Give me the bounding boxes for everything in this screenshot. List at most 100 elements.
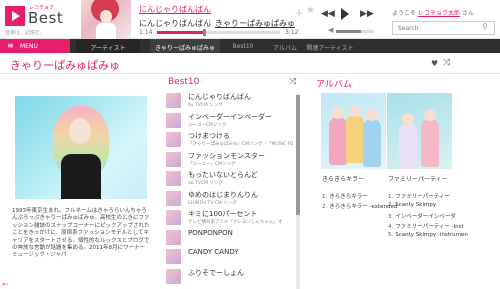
shuffle-icon[interactable]: ⤨: [443, 58, 450, 68]
album-track-title: きらきらキラー: [329, 194, 368, 200]
track-row[interactable]: キミに100パーセント テレビ朝日系アニメ「クレヨンしんちゃん」オ: [166, 208, 293, 228]
track-meta: 「ジーユー」CMソング: [188, 161, 236, 167]
header: レコチョク Best 音楽は、記憶だ。 にんじゃりばんばん にんじゃりばんばん …: [0, 0, 500, 39]
add-icon[interactable]: ＋: [294, 5, 304, 20]
track-row[interactable]: ファッションモンスター 「ジーユー」CMソング: [166, 150, 293, 170]
track-list-scrollbar[interactable]: [296, 93, 300, 289]
album-name[interactable]: きらきらキラー: [322, 174, 364, 183]
track-meta: CHINTAI TV-CM ソング: [188, 200, 237, 206]
album-track-title: Scanty Skimpy -instrumen: [395, 232, 468, 238]
album-track-title: インベーダーインベーダ: [395, 214, 456, 220]
welcome-label: ようこそ: [392, 10, 417, 17]
now-playing-artist: にんじゃりばんばん: [139, 19, 211, 28]
track-thumbnail: [166, 229, 181, 245]
track-thumbnail: [166, 151, 181, 167]
album-track[interactable]: 5. Scanty Skimpy -instrumen: [388, 232, 468, 238]
volume-icon[interactable]: ◀: [328, 26, 333, 34]
search-input[interactable]: [392, 21, 495, 35]
album-track-number: 2.: [388, 202, 394, 208]
album-cover-family-party[interactable]: [387, 93, 452, 169]
album-heading: アルバム: [316, 80, 352, 90]
track-thumbnail: [166, 93, 181, 108]
welcome-text: ようこそ レコチョク太郎 さん: [392, 8, 474, 17]
previous-icon[interactable]: ◀◀: [321, 9, 335, 19]
track-title: ゆめのはじまりんりん: [188, 190, 258, 199]
album-track-title: ファミリーパーティー: [395, 194, 450, 200]
track-title: CANDY CANDY: [188, 248, 239, 256]
back-arrows[interactable]: «‹: [2, 281, 8, 288]
album-track-number: 4.: [388, 224, 394, 230]
album-track-title: ファミリーパーティー -inst: [395, 224, 464, 230]
album-track-title: Scanty Skimpy: [395, 202, 437, 208]
album-track[interactable]: 1. きらきらキラー: [322, 192, 368, 200]
album-name[interactable]: ファミリーパーティー: [388, 174, 448, 183]
best10-shuffle-icon[interactable]: ⤨: [289, 77, 296, 87]
track-meta: by TVCM ソング: [188, 103, 223, 108]
album-cover-kirakira-killer[interactable]: [321, 93, 386, 169]
user-name-link[interactable]: レコチョク太郎: [418, 10, 460, 17]
track-thumbnail: [166, 171, 181, 186]
track-meta: テレビ朝日系アニメ「クレヨンしんちゃん」オ: [188, 220, 283, 225]
best10-track-list: にんじゃりばんばん by TVCM ソング インベーダーインベーダー ジーユーCMソ…: [166, 91, 293, 289]
track-row[interactable]: ふりそでーしょん: [166, 267, 293, 287]
track-title: もったいないとらんど: [188, 171, 258, 179]
track-row[interactable]: ゆめのはじまりんりん CHINTAI TV-CM ソング: [166, 189, 293, 209]
tab-best10[interactable]: Best10: [226, 39, 260, 53]
album-track-number: 1.: [388, 194, 394, 200]
menu-button[interactable]: MENU: [0, 39, 70, 53]
progress-handle[interactable]: [203, 29, 207, 36]
duration: 3:12: [285, 29, 299, 36]
track-row[interactable]: つけまつける 「きゃりーぱみゅぱみゅ」CMソング／「MUSIC FOC: [166, 130, 293, 150]
album-track-number: 1.: [322, 194, 328, 200]
track-meta: 「きゃりーぱみゅぱみゅ」CMソング／「MUSIC FOC: [188, 142, 293, 147]
track-row[interactable]: PONPONPON: [166, 228, 293, 248]
scrollbar-thumb[interactable]: [296, 95, 300, 215]
artist-photo: [15, 96, 147, 199]
tab-album[interactable]: アルバム: [268, 39, 302, 53]
track-thumbnail: [166, 190, 181, 206]
welcome-suffix: さん: [461, 10, 474, 17]
current-time: 1:14: [139, 29, 153, 36]
track-title: PONPONPON: [188, 228, 233, 237]
track-title: にんじゃりばんばん: [188, 93, 251, 101]
album-track[interactable]: 4. ファミリーパーティー -inst: [388, 222, 464, 230]
app-window: レコチョク Best 音楽は、記憶だ。 にんじゃりばんばん にんじゃりばんばん …: [0, 0, 500, 289]
divider: [0, 73, 500, 74]
logo-tagline: 音楽は、記憶だ。: [5, 30, 45, 36]
album-track[interactable]: 2. きらきらキラー -extended: [322, 202, 397, 210]
volume-slider[interactable]: [336, 30, 374, 33]
artist-bio: 1993年東京生まれ。フルネームはきゃろらいんちゃろんぷろっぷきゃりーぱみゅぱみ…: [12, 208, 150, 259]
track-meta: au TVCM ソング: [188, 181, 223, 186]
track-row[interactable]: CANDY CANDY: [166, 247, 293, 267]
logo-icon[interactable]: [5, 6, 25, 26]
album-track[interactable]: 2. Scanty Skimpy: [388, 202, 436, 208]
logo-title[interactable]: Best: [28, 9, 63, 27]
album-track-number: 2.: [322, 204, 328, 210]
breadcrumb-current-artist[interactable]: きゃりーぱみゅぱみゅ: [150, 39, 220, 53]
tab-related-artists[interactable]: 関連アーティスト: [304, 39, 356, 53]
now-playing-album[interactable]: きゃりーぱみゅぱみゅ: [215, 18, 295, 29]
track-row[interactable]: もったいないとらんど au TVCM ソング: [166, 169, 293, 189]
next-icon[interactable]: ▶▶: [360, 9, 374, 19]
heart-icon[interactable]: ♥: [431, 59, 438, 68]
search-icon[interactable]: ⚲: [482, 22, 488, 31]
play-icon[interactable]: [341, 8, 349, 20]
track-row[interactable]: にんじゃりばんばん by TVCM ソング: [166, 91, 293, 111]
track-title: インベーダーインベーダー: [188, 112, 272, 121]
album-track[interactable]: 1. ファミリーパーティー: [388, 192, 450, 200]
nav-bar: MENU アーティスト きゃりーぱみゅぱみゅ Best10 アルバム 関連アーテ…: [0, 39, 500, 53]
track-thumbnail: [166, 249, 181, 264]
now-playing-title[interactable]: にんじゃりばんばん: [139, 4, 211, 15]
progress-bar[interactable]: [157, 29, 280, 36]
track-title: ファッションモンスター: [188, 151, 265, 160]
track-thumbnail: [166, 210, 181, 225]
album-track-number: 3.: [388, 214, 394, 220]
star-icon[interactable]: ★: [306, 5, 315, 16]
breadcrumb-artist[interactable]: アーティスト: [76, 39, 140, 53]
track-title: ふりそでーしょん: [188, 268, 244, 277]
album-track[interactable]: 3. インベーダーインベーダ: [388, 212, 456, 220]
track-row[interactable]: インベーダーインベーダー ジーユーCMソング: [166, 111, 293, 131]
now-playing-thumbnail[interactable]: [81, 0, 131, 39]
track-thumbnail: [166, 268, 181, 284]
page-title: きゃりーぱみゅぱみゅ: [10, 59, 120, 72]
